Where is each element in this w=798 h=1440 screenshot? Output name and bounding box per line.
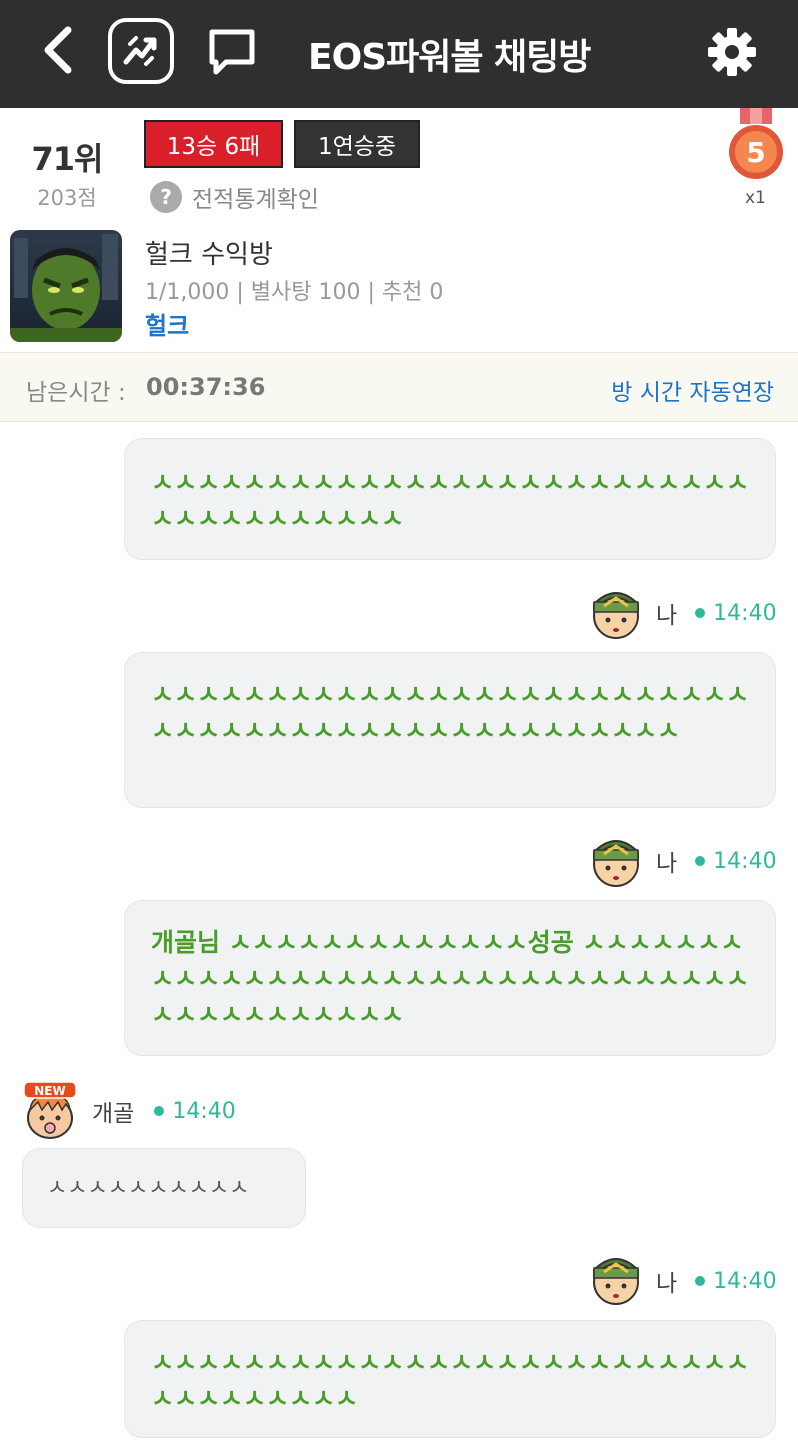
timer-bar: 남은시간 : 00:37:36 방 시간 자동연장 — [0, 352, 798, 422]
sender-name: 개골 — [92, 1101, 135, 1127]
rank-points: 203점 — [37, 186, 97, 210]
my-avatar-icon — [588, 832, 644, 888]
message-text: ㅅㅅㅅㅅㅅㅅㅅㅅㅅㅅㅅㅅㅅㅅㅅㅅㅅㅅㅅㅅㅅㅅㅅㅅㅅㅅㅅㅅㅅㅅㅅㅅㅅㅅㅅㅅㅅ — [151, 468, 750, 533]
message-bubble: ㅅㅅㅅㅅㅅㅅㅅㅅㅅㅅㅅㅅㅅㅅㅅㅅㅅㅅㅅㅅㅅㅅㅅㅅㅅㅅㅅㅅㅅㅅㅅㅅㅅㅅㅅㅅㅅ — [124, 438, 776, 560]
message-bubble: ㅅㅅㅅㅅㅅㅅㅅㅅㅅㅅㅅㅅㅅㅅㅅㅅㅅㅅㅅㅅㅅㅅㅅㅅㅅㅅㅅㅅㅅㅅㅅㅅㅅㅅㅅㅅㅅㅅㅅㅅ… — [124, 652, 776, 808]
sender-name: 나 — [656, 851, 678, 877]
timer-label: 남은시간 : — [26, 380, 126, 406]
message-text: 개골님 ㅅㅅㅅㅅㅅㅅㅅㅅㅅㅅㅅㅅㅅ성공 ㅅㅅㅅㅅㅅㅅㅅㅅㅅㅅㅅㅅㅅㅅㅅㅅㅅㅅㅅㅅ… — [151, 928, 750, 1029]
message-time: 14:40 — [172, 1098, 236, 1124]
message-time: 14:40 — [713, 600, 777, 626]
top-bar: EOS파워볼 채팅방 — [0, 0, 798, 108]
stats-link[interactable]: ? 전적통계확인 — [150, 180, 319, 214]
streak-badge: 1연승중 — [294, 120, 420, 168]
room-avatar — [10, 230, 122, 342]
message-meta: 개골 14:40 — [92, 1094, 236, 1128]
record-badge: 13승 6패 — [144, 120, 283, 168]
sender-name: 나 — [656, 603, 678, 629]
back-arrow-icon[interactable] — [36, 22, 86, 78]
message-bubble: 개골님 ㅅㅅㅅㅅㅅㅅㅅㅅㅅㅅㅅㅅㅅ성공 ㅅㅅㅅㅅㅅㅅㅅㅅㅅㅅㅅㅅㅅㅅㅅㅅㅅㅅㅅㅅ… — [124, 900, 776, 1056]
medal-icon: 5 — [726, 108, 786, 186]
online-dot-icon — [695, 1276, 706, 1286]
chat-icon[interactable] — [204, 24, 260, 80]
rank-block: 71위 203점 — [0, 134, 134, 212]
message-meta: 나 14:40 — [656, 844, 777, 878]
timer-value: 00:37:36 — [146, 373, 266, 401]
svg-text:NEW: NEW — [34, 1084, 65, 1098]
room-owner-link[interactable]: 헐크 — [145, 306, 189, 341]
message-text: ㅅㅅㅅㅅㅅㅅㅅㅅㅅㅅ — [47, 1176, 250, 1201]
message-text: ㅅㅅㅅㅅㅅㅅㅅㅅㅅㅅㅅㅅㅅㅅㅅㅅㅅㅅㅅㅅㅅㅅㅅㅅㅅㅅㅅㅅㅅㅅㅅㅅㅅㅅㅅㅅㅅㅅㅅㅅ… — [151, 680, 750, 745]
logo-icon[interactable] — [108, 18, 174, 84]
sender-name: 나 — [656, 1271, 678, 1297]
auto-extend-link[interactable]: 방 시간 자동연장 — [611, 373, 774, 407]
message-bubble: ㅅㅅㅅㅅㅅㅅㅅㅅㅅㅅ — [22, 1148, 306, 1228]
online-dot-icon — [695, 856, 706, 866]
user-avatar-icon: NEW — [22, 1080, 82, 1140]
medal-count: x1 — [745, 188, 766, 208]
message-meta: 나 14:40 — [656, 1264, 777, 1298]
stats-link-label: 전적통계확인 — [192, 187, 319, 213]
online-dot-icon — [695, 608, 706, 618]
svg-text:5: 5 — [746, 136, 765, 169]
my-avatar-icon — [588, 584, 644, 640]
message-bubble: ㅅㅅㅅㅅㅅㅅㅅㅅㅅㅅㅅㅅㅅㅅㅅㅅㅅㅅㅅㅅㅅㅅㅅㅅㅅㅅㅅㅅㅅㅅㅅㅅㅅㅅㅅ — [124, 1320, 776, 1438]
online-dot-icon — [154, 1106, 165, 1116]
gear-icon[interactable] — [706, 26, 758, 78]
my-avatar-icon — [588, 1250, 644, 1306]
message-time: 14:40 — [713, 1268, 777, 1294]
question-icon: ? — [150, 181, 182, 213]
message-text: ㅅㅅㅅㅅㅅㅅㅅㅅㅅㅅㅅㅅㅅㅅㅅㅅㅅㅅㅅㅅㅅㅅㅅㅅㅅㅅㅅㅅㅅㅅㅅㅅㅅㅅㅅ — [151, 1348, 750, 1413]
rank-number: 71위 — [31, 140, 104, 178]
message-meta: 나 14:40 — [656, 596, 777, 630]
message-time: 14:40 — [713, 848, 777, 874]
page-title: EOS파워볼 채팅방 — [308, 37, 591, 78]
room-name: 헐크 수익방 — [145, 240, 273, 270]
room-meta: 1/1,000 | 별사탕 100 | 추천 0 — [145, 280, 444, 305]
